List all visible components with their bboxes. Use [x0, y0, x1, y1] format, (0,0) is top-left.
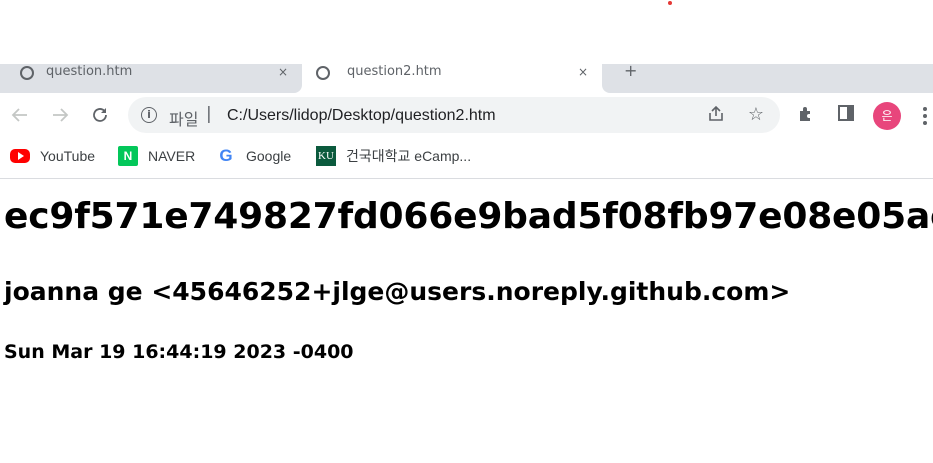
bookmark-naver[interactable]: N NAVER: [118, 146, 195, 166]
back-button[interactable]: [6, 101, 34, 129]
author-heading: joanna ge <45646252+jlge@users.noreply.g…: [4, 277, 791, 306]
bookmark-label: Google: [246, 148, 292, 164]
youtube-icon: [10, 149, 30, 163]
arrow-right-icon: [53, 108, 69, 122]
more-menu-icon[interactable]: [918, 104, 932, 128]
bookmark-label: NAVER: [148, 148, 196, 164]
extensions-icon[interactable]: [794, 104, 818, 128]
address-bar[interactable]: i 파일 | C:/Users/lidop/Desktop/question2.…: [128, 97, 780, 133]
ku-icon: KU: [316, 146, 336, 166]
page-content: ec9f571e749827fd066e9bad5f08fb97e08e05ae…: [0, 179, 933, 463]
url-text[interactable]: C:/Users/lidop/Desktop/question2.htm: [227, 107, 496, 125]
forward-button[interactable]: [46, 101, 74, 129]
window-top-strip: [0, 0, 933, 64]
bookmark-label: YouTube: [40, 148, 96, 164]
profile-avatar[interactable]: 은: [873, 102, 901, 130]
close-icon[interactable]: ×: [578, 64, 588, 80]
bookmark-label: 건국대학교 eCamp...: [346, 148, 472, 164]
tab-strip: question.htm × question2.htm × +: [0, 64, 933, 93]
reload-button[interactable]: [86, 101, 114, 129]
notification-dot: [668, 1, 672, 5]
close-icon[interactable]: ×: [278, 64, 288, 80]
side-panel-icon[interactable]: [834, 104, 858, 128]
globe-icon: [20, 66, 34, 80]
commit-hash-heading: ec9f571e749827fd066e9bad5f08fb97e08e05ae: [4, 196, 933, 237]
arrow-left-icon: [11, 108, 27, 122]
scheme-label: 파일: [169, 110, 199, 129]
browser-toolbar: i 파일 | C:/Users/lidop/Desktop/question2.…: [0, 93, 933, 138]
commit-date-heading: Sun Mar 19 16:44:19 2023 -0400: [4, 341, 354, 363]
new-tab-button[interactable]: +: [624, 64, 637, 80]
tab-question2[interactable]: question2.htm ×: [302, 64, 602, 93]
bookmarks-bar: YouTube N NAVER G Google KU 건국대학교 eCamp.…: [0, 138, 933, 179]
bookmark-google[interactable]: G Google: [216, 146, 291, 166]
naver-icon: N: [118, 146, 138, 166]
star-icon[interactable]: ☆: [746, 105, 766, 125]
address-separator: |: [206, 104, 212, 124]
info-icon[interactable]: i: [141, 107, 157, 123]
globe-icon: [316, 66, 330, 80]
tab-title: question2.htm: [347, 64, 442, 79]
share-icon[interactable]: [706, 105, 726, 125]
google-icon: G: [219, 146, 233, 165]
tab-strip-empty: +: [602, 64, 933, 93]
bookmark-ecampus[interactable]: KU 건국대학교 eCamp...: [316, 146, 471, 166]
bookmark-youtube[interactable]: YouTube: [10, 146, 95, 166]
tab-title: question.htm: [46, 64, 133, 79]
tab-question[interactable]: question.htm ×: [0, 64, 302, 93]
reload-icon: [93, 108, 107, 122]
